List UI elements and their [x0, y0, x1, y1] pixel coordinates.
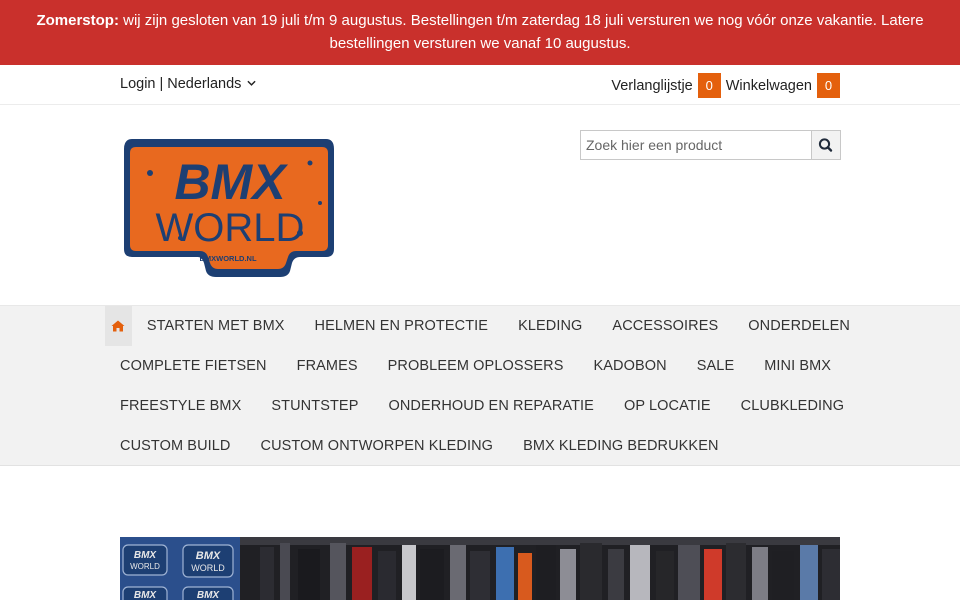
shop-links: Verlanglijstje 0 Winkelwagen 0	[611, 73, 840, 98]
hero-banner-image[interactable]: BMX WORLD BMX WORLD BMX BMX	[120, 537, 840, 600]
banner-text-line2: bestellingen versturen we vanaf 10 augus…	[329, 35, 631, 52]
search-icon	[818, 138, 833, 152]
nav-row: COMPLETE FIETSEN FRAMES PROBLEEM OPLOSSE…	[105, 346, 865, 386]
nav-row: STARTEN MET BMX HELMEN EN PROTECTIE KLED…	[105, 306, 865, 346]
nav-item-accessoires[interactable]: ACCESSOIRES	[597, 306, 733, 346]
nav-item-probleem-oplossers[interactable]: PROBLEEM OPLOSSERS	[373, 346, 579, 386]
wishlist-label: Verlanglijstje	[611, 78, 693, 94]
home-icon	[111, 320, 125, 332]
account-links: Login | Nederlands	[120, 76, 256, 92]
nav-item-complete-fietsen[interactable]: COMPLETE FIETSEN	[105, 346, 282, 386]
nav-item-mini-bmx[interactable]: MINI BMX	[749, 346, 846, 386]
nav-item-op-locatie[interactable]: OP LOCATIE	[609, 386, 726, 426]
logo-text-bmx: BMX	[174, 154, 288, 210]
announcement-banner: Zomerstop: wij zijn gesloten van 19 juli…	[0, 0, 960, 65]
cart-label: Winkelwagen	[725, 78, 812, 94]
nav-item-clubkleding[interactable]: CLUBKLEDING	[726, 386, 859, 426]
banner-title: Zomerstop:	[36, 12, 119, 29]
nav-item-sale[interactable]: SALE	[682, 346, 749, 386]
search-box	[580, 130, 841, 160]
language-label: Nederlands	[167, 76, 242, 92]
wishlist-count-badge: 0	[697, 73, 721, 98]
banner-text-line1: wij zijn gesloten van 19 juli t/m 9 augu…	[118, 12, 924, 29]
hero-tile-text: BMX	[134, 550, 158, 561]
logo-text-world: WORLD	[156, 206, 305, 250]
nav-home[interactable]	[105, 306, 132, 346]
nav-item-kadobon[interactable]: KADOBON	[579, 346, 682, 386]
chevron-down-icon	[244, 79, 256, 90]
main-navigation: STARTEN MET BMX HELMEN EN PROTECTIE KLED…	[0, 305, 960, 466]
nav-item-kleding[interactable]: KLEDING	[503, 306, 597, 346]
search-input[interactable]	[581, 131, 811, 159]
nav-item-stuntstep[interactable]: STUNTSTEP	[256, 386, 373, 426]
hero-tile-text: BMX	[134, 590, 158, 600]
hero-tile-text: WORLD	[130, 562, 160, 571]
nav-item-bmx-kleding-bedrukken[interactable]: BMX KLEDING BEDRUKKEN	[508, 426, 733, 466]
nav-item-custom-build[interactable]: CUSTOM BUILD	[105, 426, 246, 466]
nav-row: FREESTYLE BMX STUNTSTEP ONDERHOUD EN REP…	[105, 386, 865, 426]
wishlist-link[interactable]: Verlanglijstje 0	[611, 73, 721, 98]
top-bar: Login | Nederlands Verlanglijstje 0 Winkelw…	[0, 65, 960, 105]
nav-item-frames[interactable]: FRAMES	[282, 346, 373, 386]
nav-row: CUSTOM BUILD CUSTOM ONTWORPEN KLEDING BM…	[105, 426, 865, 466]
language-select[interactable]: Nederlands	[167, 76, 256, 92]
bmx-world-logo[interactable]: BMX WORLD BMXWORLD.NL	[120, 133, 338, 279]
hero-tile-text: WORLD	[191, 563, 225, 573]
nav-item-custom-ontworpen-kleding[interactable]: CUSTOM ONTWORPEN KLEDING	[246, 426, 509, 466]
nav-item-onderdelen[interactable]: ONDERDELEN	[733, 306, 865, 346]
nav-item-onderhoud-en-reparatie[interactable]: ONDERHOUD EN REPARATIE	[373, 386, 609, 426]
cart-count-badge: 0	[817, 73, 840, 98]
hero-clothing-rack	[240, 537, 840, 600]
search-button[interactable]	[811, 131, 840, 159]
separator: |	[159, 76, 164, 92]
nav-item-helmen-en-protectie[interactable]: HELMEN EN PROTECTIE	[300, 306, 504, 346]
nav-item-freestyle-bmx[interactable]: FREESTYLE BMX	[105, 386, 256, 426]
login-link[interactable]: Login	[120, 76, 155, 92]
hero-tile-text: BMX	[196, 550, 221, 562]
cart-link[interactable]: Winkelwagen 0	[726, 73, 840, 98]
logo-text-url: BMXWORLD.NL	[199, 254, 256, 263]
hero-tile-text: BMX	[197, 590, 221, 600]
nav-item-starten-met-bmx[interactable]: STARTEN MET BMX	[132, 306, 300, 346]
